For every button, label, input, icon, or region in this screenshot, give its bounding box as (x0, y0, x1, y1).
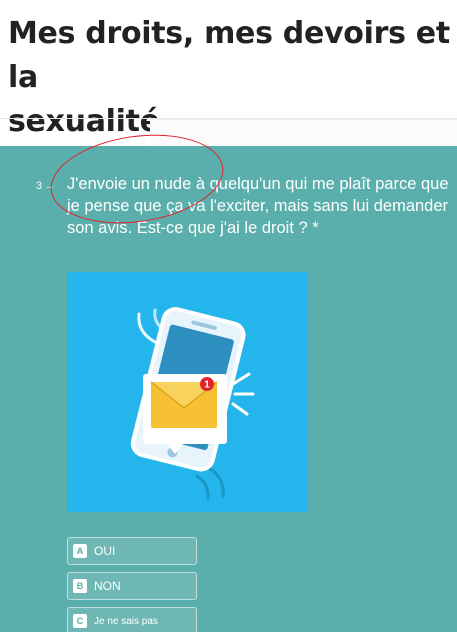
page-header: Mes droits, mes devoirs et la sexualité (0, 0, 457, 150)
choice-label: NON (94, 579, 121, 593)
choice-key: C (73, 614, 87, 628)
question-number-label: 3 (36, 180, 43, 192)
choice-label: Je ne sais pas (94, 615, 158, 627)
phone-message-notification-icon: 1 (130, 307, 255, 500)
choice-non[interactable]: B NON (67, 572, 197, 600)
question-illustration: 1 (67, 272, 308, 512)
notification-badge: 1 (204, 380, 210, 391)
choice-key: B (73, 579, 87, 593)
choice-key: A (73, 544, 87, 558)
choice-label: OUI (94, 544, 116, 558)
choice-oui[interactable]: A OUI (67, 537, 197, 565)
choice-je-ne-sais-pas[interactable]: C Je ne sais pas (67, 607, 197, 635)
